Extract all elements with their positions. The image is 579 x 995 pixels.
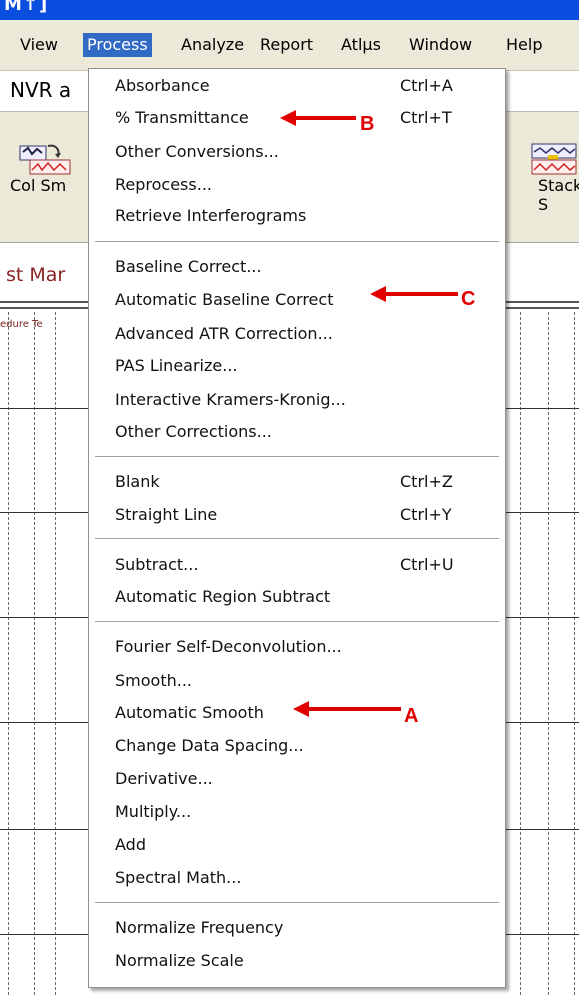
menu-item-label: Absorbance: [115, 76, 210, 95]
menu-item-label: PAS Linearize...: [115, 356, 238, 375]
title-bar: M↑]: [0, 0, 579, 21]
menu-item-automatic-region-subtract[interactable]: Automatic Region Subtract: [115, 582, 499, 612]
grid-line: [0, 934, 88, 935]
menu-item-shortcut: Ctrl+T: [400, 108, 452, 127]
menu-item-label: Smooth...: [115, 671, 192, 690]
col-smooth-tool-icon[interactable]: [18, 140, 80, 180]
menu-item-normalize-frequency[interactable]: Normalize Frequency: [115, 913, 499, 943]
annotation-arrow-icon: [280, 110, 356, 126]
grid-line: [0, 829, 88, 830]
menu-item-label: Other Conversions...: [115, 142, 279, 161]
stack-spectra-tool-icon[interactable]: [530, 140, 579, 180]
menu-item-label: Derivative...: [115, 769, 213, 788]
menu-item-spectral-math[interactable]: Spectral Math...: [115, 863, 499, 893]
menu-item-other-conversions[interactable]: Other Conversions...: [115, 137, 499, 167]
grid-line: [505, 934, 579, 935]
menu-item-shortcut: Ctrl+Y: [400, 505, 452, 524]
menu-item-baseline-correct[interactable]: Baseline Correct...: [115, 252, 499, 282]
menu-item-pas-linearize[interactable]: PAS Linearize...: [115, 351, 499, 381]
grid-line: [0, 722, 88, 723]
annotation-arrow-icon: [293, 701, 401, 717]
menu-item-subtract[interactable]: Subtract... Ctrl+U: [115, 550, 499, 580]
menu-item-other-corrections[interactable]: Other Corrections...: [115, 417, 499, 447]
menu-item-smooth[interactable]: Smooth...: [115, 666, 499, 696]
menu-item-reprocess[interactable]: Reprocess...: [115, 170, 499, 200]
menu-item-label: Normalize Scale: [115, 951, 244, 970]
menu-item-shortcut: Ctrl+Z: [400, 472, 453, 491]
menu-item-label: Automatic Region Subtract: [115, 587, 331, 606]
menu-item-retrieve-interferograms[interactable]: Retrieve Interferograms: [115, 201, 499, 231]
grid-line: [8, 312, 9, 995]
grid-line: [34, 312, 35, 995]
menu-item-label: Reprocess...: [115, 175, 212, 194]
menu-item-label: Automatic Baseline Correct: [115, 290, 334, 309]
menu-item-absorbance[interactable]: Absorbance Ctrl+A: [115, 71, 499, 101]
menu-item-label: Baseline Correct...: [115, 257, 262, 276]
menu-item-label: Advanced ATR Correction...: [115, 324, 333, 343]
menu-view[interactable]: View: [16, 33, 62, 57]
annotation-label-a: A: [404, 705, 419, 727]
menu-bar: View Process Analyze Report Atlµs Window…: [0, 20, 579, 71]
tab-label[interactable]: st Mar: [6, 264, 65, 286]
menu-separator: [95, 241, 499, 243]
menu-item-label: Spectral Math...: [115, 868, 242, 887]
menu-analyze[interactable]: Analyze: [177, 33, 248, 57]
menu-separator: [95, 621, 499, 623]
grid-line: [505, 617, 579, 618]
menu-item-label: Change Data Spacing...: [115, 736, 304, 755]
menu-item-label: Subtract...: [115, 555, 199, 574]
menu-item-blank[interactable]: Blank Ctrl+Z: [115, 467, 499, 497]
grid-line: [505, 722, 579, 723]
grid-line: [505, 408, 579, 409]
menu-separator: [95, 902, 499, 904]
menu-item-straight-line[interactable]: Straight Line Ctrl+Y: [115, 500, 499, 530]
menu-item-derivative[interactable]: Derivative...: [115, 764, 499, 794]
menu-item-shortcut: Ctrl+A: [400, 76, 453, 95]
menu-process[interactable]: Process: [83, 33, 152, 57]
menu-item-multiply[interactable]: Multiply...: [115, 797, 499, 827]
menu-item-label: Automatic Smooth: [115, 703, 264, 722]
menu-item-fourier-self-deconvolution[interactable]: Fourier Self-Deconvolution...: [115, 632, 499, 662]
grid-line: [505, 512, 579, 513]
menu-item-label: Interactive Kramers-Kronig...: [115, 390, 346, 409]
menu-item-advanced-atr-correction[interactable]: Advanced ATR Correction...: [115, 319, 499, 349]
menu-item-label: Retrieve Interferograms: [115, 206, 307, 225]
grid-line: [0, 617, 88, 618]
menu-help[interactable]: Help: [502, 33, 546, 57]
annotation-label-b: B: [360, 113, 375, 135]
grid-line: [0, 408, 88, 409]
annotation-label-c: C: [461, 288, 476, 310]
menu-item-shortcut: Ctrl+U: [400, 555, 454, 574]
menu-separator: [95, 538, 499, 540]
menu-item-change-data-spacing[interactable]: Change Data Spacing...: [115, 731, 499, 761]
menu-item-label: Blank: [115, 472, 160, 491]
annotation-arrow-icon: [370, 286, 458, 302]
col-smooth-tool-label: Col Sm: [10, 176, 67, 195]
address-text: NVR a: [10, 78, 72, 102]
menu-item-label: Add: [115, 835, 146, 854]
menu-item-kramers-kronig[interactable]: Interactive Kramers-Kronig...: [115, 385, 499, 415]
menu-item-label: Other Corrections...: [115, 422, 272, 441]
menu-item-normalize-scale[interactable]: Normalize Scale: [115, 946, 499, 976]
window-title: M↑]: [4, 0, 49, 15]
grid-line: [505, 829, 579, 830]
grid-line: [548, 312, 549, 995]
menu-window[interactable]: Window: [405, 33, 476, 57]
grid-line: [574, 312, 575, 995]
grid-line: [520, 312, 521, 995]
menu-report[interactable]: Report: [256, 33, 317, 57]
menu-item-label: Fourier Self-Deconvolution...: [115, 637, 342, 656]
menu-item-add[interactable]: Add: [115, 830, 499, 860]
menu-atlus[interactable]: Atlµs: [337, 33, 385, 57]
process-menu: Absorbance Ctrl+A % Transmittance Ctrl+T O…: [88, 68, 506, 988]
menu-item-label: Normalize Frequency: [115, 918, 284, 937]
grid-line: [0, 512, 88, 513]
menu-item-label: Straight Line: [115, 505, 218, 524]
menu-separator: [95, 456, 499, 458]
grid-line: [55, 312, 56, 995]
menu-item-label: Multiply...: [115, 802, 192, 821]
plot-header-fragment: edure Te: [0, 319, 43, 330]
menu-item-label: % Transmittance: [115, 108, 249, 127]
stack-spectra-tool-label: Stack S: [538, 176, 579, 214]
